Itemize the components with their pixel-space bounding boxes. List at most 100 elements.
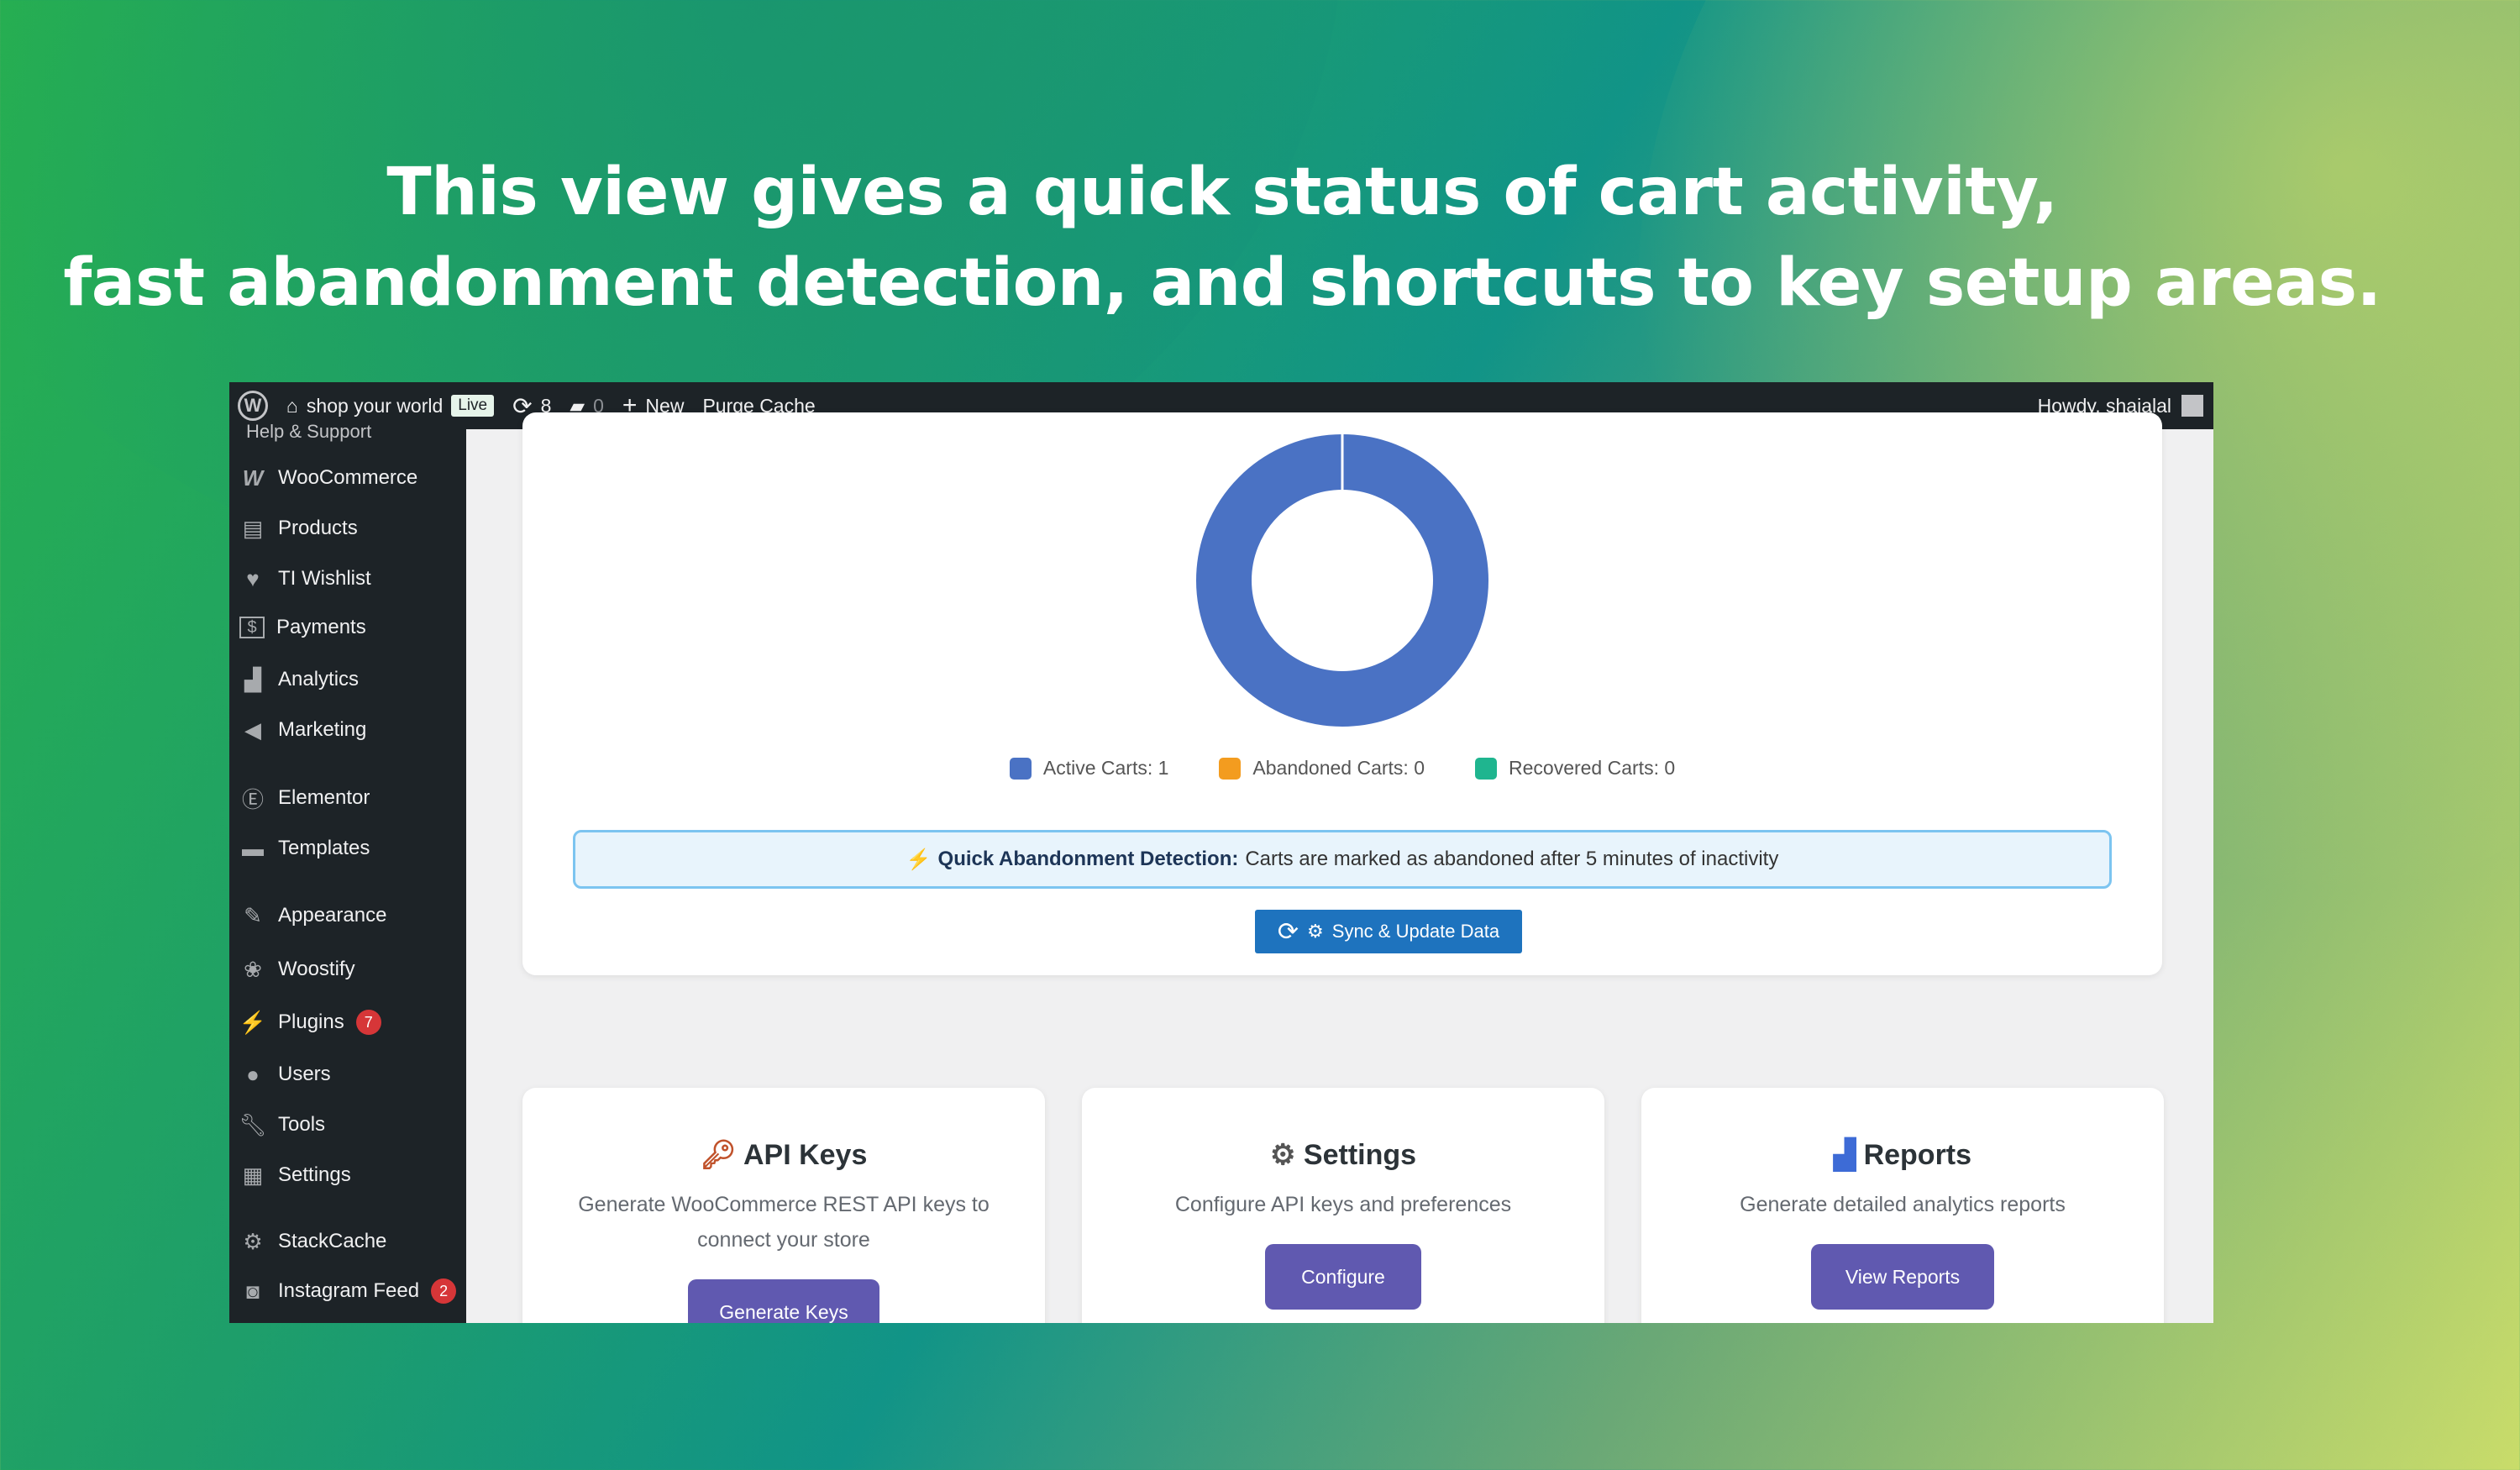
sidebar-item-label: Templates — [278, 837, 370, 859]
sidebar-item-users[interactable]: ● Users — [239, 1061, 331, 1088]
gear-icon: ⚙ — [243, 1228, 263, 1254]
legend-item-abandoned[interactable]: Abandoned Carts: 0 — [1219, 757, 1425, 780]
headline-line-2: fast abandonment detection, and shortcut… — [63, 245, 2381, 321]
site-name: shop your world — [306, 394, 444, 417]
sidebar-item-tools[interactable]: 🔧︎ Tools — [239, 1111, 326, 1138]
configure-button[interactable]: Configure — [1265, 1244, 1421, 1310]
reports-description: Generate detailed analytics reports — [1740, 1193, 2066, 1216]
legend-item-recovered[interactable]: Recovered Carts: 0 — [1475, 757, 1675, 780]
woocommerce-icon: W — [242, 465, 264, 491]
dollar-icon: $ — [239, 617, 265, 638]
sync-button-label: Sync & Update Data — [1331, 921, 1500, 942]
legend-label-recovered: Recovered Carts: 0 — [1509, 757, 1676, 779]
sidebar-item-label: Plugins — [278, 1011, 344, 1033]
bar-chart-icon: ▟ — [1833, 1139, 1856, 1171]
folder-icon: ▬ — [242, 835, 264, 861]
sliders-icon: ▦ — [242, 1162, 264, 1188]
sidebar-item-label: WooCommerce — [278, 466, 418, 489]
detection-label: Quick Abandonment Detection: — [937, 848, 1239, 870]
sidebar-item-label: Marketing — [278, 718, 367, 741]
sync-update-button[interactable]: ⟳ ⚙ Sync & Update Data — [1255, 910, 1522, 953]
bar-chart-icon: ▟ — [244, 666, 261, 692]
legend-item-active[interactable]: Active Carts: 1 — [1009, 757, 1169, 780]
settings-description: Configure API keys and preferences — [1174, 1193, 1512, 1216]
legend-swatch-recovered — [1475, 757, 1497, 780]
legend-label-active: Active Carts: 1 — [1042, 757, 1169, 779]
reports-card: ▟ Reports Generate detailed analytics re… — [1641, 1088, 2164, 1323]
sidebar-item-instagram-feed[interactable]: ◙ Instagram Feed 2 — [239, 1278, 457, 1305]
sidebar-item-label: Analytics — [278, 668, 360, 690]
home-icon: ⌂ — [286, 394, 298, 417]
sidebar-item-analytics[interactable]: ▟ Analytics — [239, 666, 359, 693]
legend-label-abandoned: Abandoned Carts: 0 — [1252, 757, 1425, 779]
paintbrush-icon: ✎ — [244, 902, 262, 928]
sidebar-item-plugins[interactable]: ⚡ Plugins 7 — [239, 1009, 381, 1036]
sidebar-item-label: Settings — [278, 1163, 351, 1186]
sidebar-item-templates[interactable]: ▬ Templates — [239, 835, 370, 862]
sidebar-item-label: TI Wishlist — [278, 567, 371, 590]
sidebar-item-elementor[interactable]: Ⓔ Elementor — [239, 785, 370, 812]
sidebar-item-label: Payments — [276, 616, 366, 638]
chart-legend: Active Carts: 1 Abandoned Carts: 0 Recov… — [522, 757, 2162, 780]
sidebar-item-woostify[interactable]: ❀ Woostify — [239, 956, 355, 983]
cart-donut-chart — [1196, 434, 1488, 727]
sidebar-item-label: Products — [278, 517, 358, 539]
sidebar-item-ti-wishlist[interactable]: ♥ TI Wishlist — [239, 565, 371, 592]
wordpress-logo-icon[interactable]: W — [238, 391, 268, 421]
plugins-count-badge: 7 — [355, 1010, 381, 1035]
sidebar-item-woocommerce[interactable]: W WooCommerce — [239, 465, 418, 491]
settings-title: ⚙ Settings — [1082, 1138, 1604, 1172]
refresh-icon: ⟳ — [1277, 917, 1299, 946]
sidebar-item-stackcache[interactable]: ⚙ StackCache — [239, 1228, 386, 1255]
sidebar-item-marketing[interactable]: ◀ Marketing — [239, 717, 366, 743]
sidebar-item-label: Woostify — [278, 958, 355, 980]
donut-slice-active-carts[interactable] — [1196, 434, 1488, 727]
api-keys-title: 🔑︎ API Keys — [522, 1138, 1045, 1172]
sidebar-item-label: Help & Support — [246, 421, 372, 442]
gear-icon: ⚙ — [1269, 1139, 1296, 1171]
main-content: Active Carts: 1 Abandoned Carts: 0 Recov… — [466, 412, 2213, 1323]
site-name-link[interactable]: ⌂ shop your world Live — [286, 394, 495, 417]
instagram-count-badge: 2 — [431, 1278, 457, 1304]
key-icon: 🔑︎ — [700, 1139, 737, 1171]
api-keys-title-text: API Keys — [743, 1139, 868, 1171]
plugin-icon: ⚡ — [239, 1009, 267, 1035]
detection-text: Carts are marked as abandoned after 5 mi… — [1245, 848, 1779, 870]
settings-title-text: Settings — [1303, 1139, 1417, 1171]
detection-notice: ⚡ Quick Abandonment Detection: Carts are… — [573, 830, 2112, 889]
user-icon: ● — [246, 1061, 260, 1087]
megaphone-icon: ◀ — [244, 717, 261, 743]
sidebar-item-payments[interactable]: $ Payments — [239, 616, 366, 639]
live-badge: Live — [451, 395, 495, 417]
wrench-icon: 🔧︎ — [239, 1111, 267, 1137]
sidebar-item-label: Elementor — [278, 786, 370, 809]
api-keys-card: 🔑︎ API Keys Generate WooCommerce REST AP… — [522, 1088, 1045, 1323]
instagram-icon: ◙ — [246, 1278, 260, 1304]
gear-icon: ⚙ — [1307, 921, 1324, 942]
sidebar-item-label: StackCache — [278, 1230, 387, 1252]
woostify-icon: ❀ — [244, 956, 262, 982]
sidebar-item-label: Tools — [278, 1113, 326, 1136]
avatar — [2181, 395, 2203, 417]
settings-card: ⚙ Settings Configure API keys and prefer… — [1082, 1088, 1604, 1323]
view-reports-button[interactable]: View Reports — [1811, 1244, 1994, 1310]
elementor-icon: Ⓔ — [241, 786, 264, 812]
sidebar-item-products[interactable]: ▤ Products — [239, 515, 358, 542]
sidebar-item-appearance[interactable]: ✎ Appearance — [239, 902, 386, 929]
headline-line-1: This view gives a quick status of cart a… — [386, 155, 2058, 230]
sidebar-item-label: Appearance — [278, 904, 387, 927]
reports-title-text: Reports — [1863, 1139, 1972, 1171]
sidebar-item-help-support[interactable]: Help & Support — [239, 421, 371, 443]
api-keys-description: Generate WooCommerce REST API keys to co… — [578, 1193, 990, 1252]
legend-swatch-active — [1009, 757, 1032, 780]
sidebar-item-label: Instagram Feed — [278, 1279, 420, 1302]
sidebar-item-settings[interactable]: ▦ Settings — [239, 1162, 351, 1189]
lightning-icon: ⚡ — [906, 848, 932, 871]
screenshot-window: W ⌂ shop your world Live ⟳ 8 ▰ 0 + New P… — [229, 382, 2213, 1323]
generate-keys-button[interactable]: Generate Keys — [688, 1279, 879, 1323]
admin-sidebar: Help & Support W WooCommerce ▤ Products … — [229, 421, 466, 1323]
legend-swatch-abandoned — [1219, 757, 1242, 780]
archive-icon: ▤ — [242, 515, 264, 541]
sidebar-item-label: Users — [278, 1063, 331, 1085]
cart-status-card: Active Carts: 1 Abandoned Carts: 0 Recov… — [522, 412, 2162, 975]
